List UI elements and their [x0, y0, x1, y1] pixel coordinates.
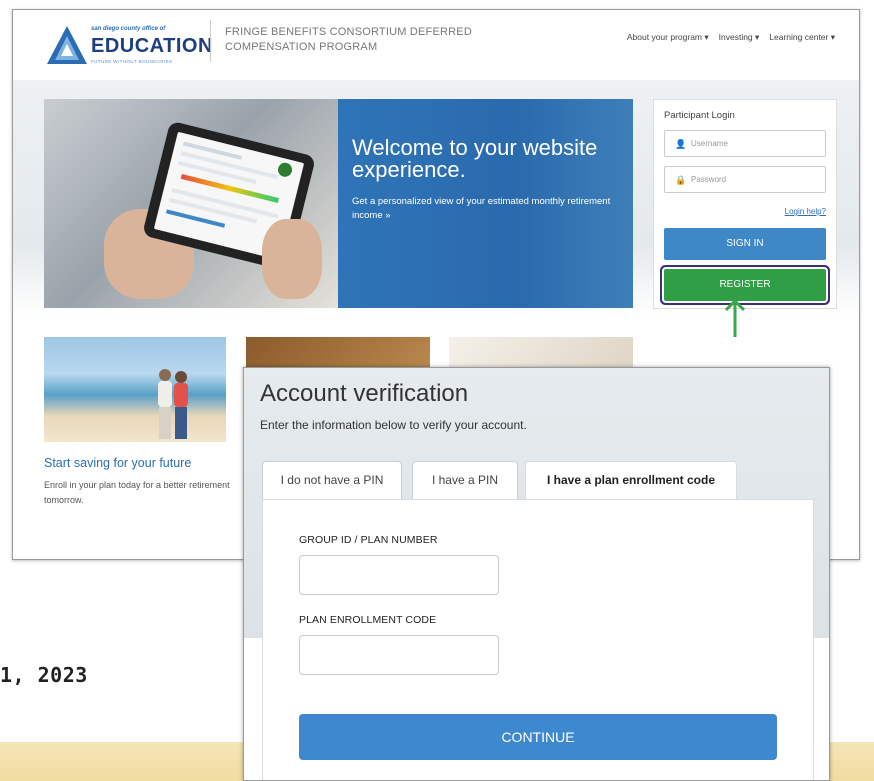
program-title: FRINGE BENEFITS CONSORTIUM DEFERRED COMP…	[225, 26, 472, 53]
nav-investing[interactable]: Investing ▾	[719, 32, 760, 43]
account-verification-dialog: Account verification Enter the informati…	[243, 367, 830, 781]
logo-tagline: FUTURE WITHOUT BOUNDARIES	[91, 59, 173, 64]
sdcoe-logo[interactable]: san diego county office of EDUCATION FUT…	[45, 24, 212, 68]
username-input[interactable]: 👤 Username	[664, 130, 826, 157]
tab-no-pin[interactable]: I do not have a PIN	[262, 461, 402, 499]
arrow-up-icon	[724, 298, 746, 337]
group-id-input[interactable]	[299, 555, 499, 595]
nav-about-your-program[interactable]: About your program ▾	[627, 32, 709, 43]
hero-subtitle-link[interactable]: Get a personalized view of your estimate…	[352, 195, 622, 223]
logo-small-text: san diego county office of	[91, 26, 166, 32]
dialog-subtitle: Enter the information below to verify yo…	[260, 418, 527, 432]
card-title-start-saving[interactable]: Start saving for your future	[44, 456, 191, 470]
hero-tablet-photo	[44, 99, 338, 308]
group-id-label: GROUP ID / PLAN NUMBER	[299, 534, 438, 546]
login-help-link[interactable]: Login help?	[785, 207, 826, 216]
participant-login-box: Participant Login 👤 Username 🔒 Password …	[653, 99, 837, 309]
enrollment-code-label: PLAN ENROLLMENT CODE	[299, 614, 437, 626]
card-description: Enroll in your plan today for a better r…	[44, 480, 230, 505]
logo-main-text: EDUCATION	[91, 35, 213, 57]
header-divider	[210, 20, 211, 62]
enrollment-code-input[interactable]	[299, 635, 499, 675]
tab-enrollment-code[interactable]: I have a plan enrollment code	[525, 461, 737, 501]
tab-have-pin[interactable]: I have a PIN	[412, 461, 518, 499]
password-input[interactable]: 🔒 Password	[664, 166, 826, 193]
dialog-title: Account verification	[260, 380, 469, 407]
continue-button[interactable]: CONTINUE	[299, 714, 777, 760]
enrollment-code-panel: GROUP ID / PLAN NUMBER PLAN ENROLLMENT C…	[262, 499, 814, 780]
top-nav: About your program ▾ Investing ▾ Learnin…	[627, 32, 835, 43]
sign-in-button[interactable]: SIGN IN	[664, 228, 826, 260]
site-header: san diego county office of EDUCATION FUT…	[13, 10, 859, 80]
nav-learning-center[interactable]: Learning center ▾	[769, 32, 835, 43]
user-icon: 👤	[675, 139, 687, 149]
hero-banner[interactable]: Welcome to your website experience. Get …	[338, 99, 633, 308]
logo-triangle-icon	[47, 26, 87, 64]
lock-icon: 🔒	[675, 175, 687, 185]
hero-title: Welcome to your website experience.	[352, 135, 598, 182]
beach-couple-photo	[44, 337, 226, 442]
login-title: Participant Login	[664, 110, 735, 121]
date-fragment: 1, 2023	[0, 663, 88, 687]
